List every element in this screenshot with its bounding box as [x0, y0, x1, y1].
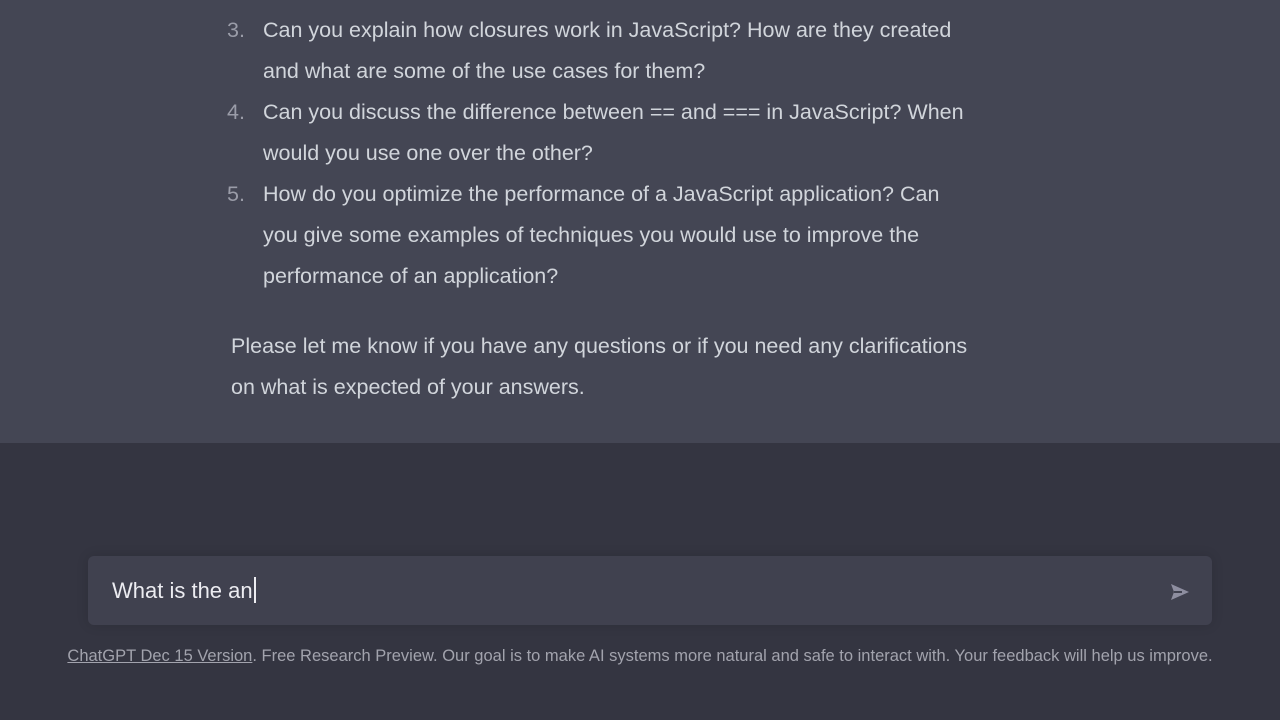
message-input[interactable]: What is the an	[112, 576, 256, 606]
list-item-text: How do you optimize the performance of a…	[263, 182, 940, 288]
list-item-text: Can you explain how closures work in Jav…	[263, 18, 952, 83]
message-input-container[interactable]: What is the an	[88, 556, 1212, 625]
closing-message: Please let me know if you have any quest…	[231, 334, 968, 399]
list-item-number: 4.	[227, 100, 245, 124]
list-item-number: 5.	[227, 182, 245, 206]
assistant-message: 3. Can you explain how closures work in …	[0, 0, 1280, 443]
chat-page: 3. Can you explain how closures work in …	[0, 0, 1280, 720]
message-input-value: What is the an	[112, 578, 253, 603]
footer-disclaimer: ChatGPT Dec 15 Version. Free Research Pr…	[40, 645, 1240, 668]
paper-plane-icon	[1171, 584, 1189, 600]
send-button[interactable]	[1168, 580, 1192, 604]
version-link[interactable]: ChatGPT Dec 15 Version	[67, 647, 252, 665]
list-item-number: 3.	[227, 18, 245, 42]
footer-text: . Free Research Preview. Our goal is to …	[252, 647, 1213, 665]
text-caret	[253, 577, 256, 603]
list-item-text: Can you discuss the difference between =…	[263, 100, 964, 165]
